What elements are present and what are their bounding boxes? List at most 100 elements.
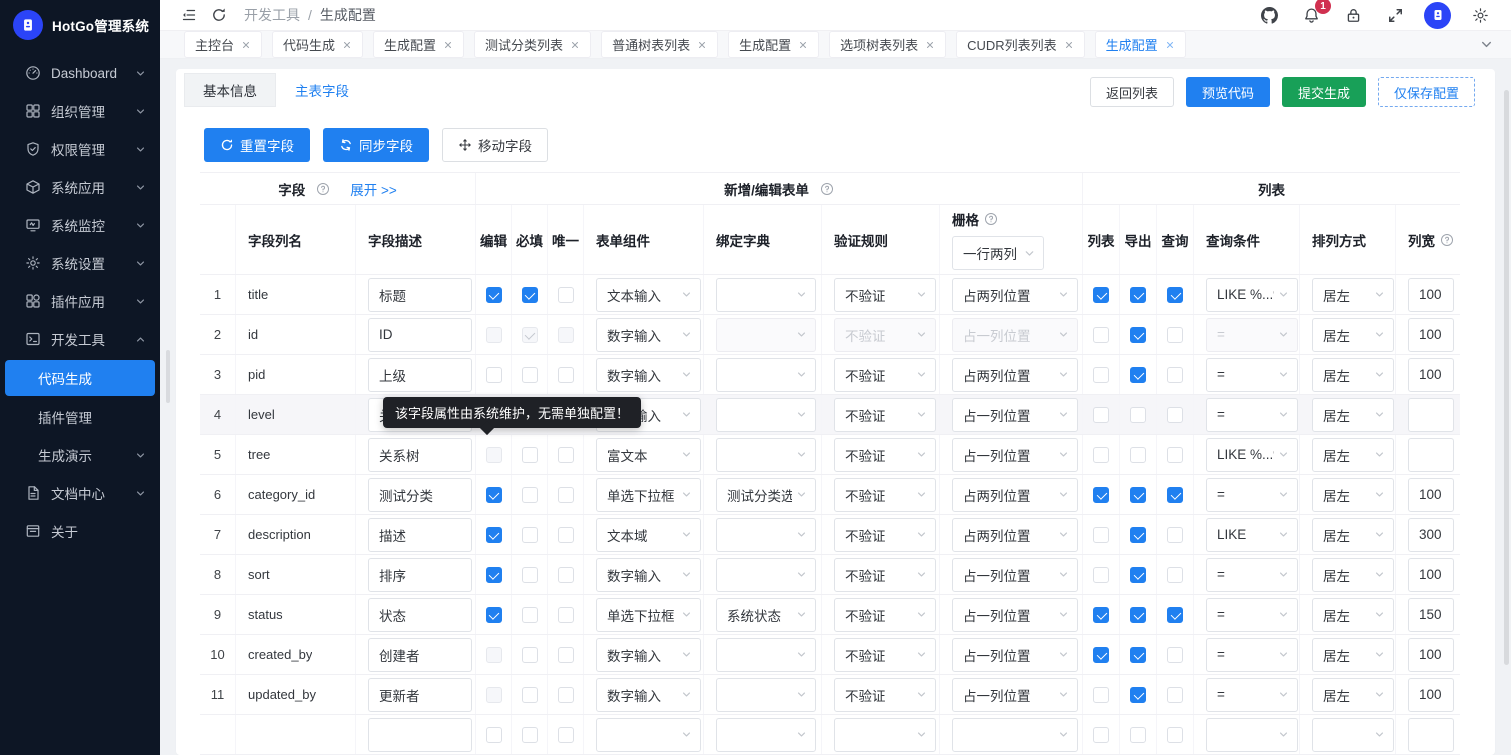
unique-checkbox[interactable] bbox=[558, 487, 574, 503]
validate-select[interactable]: 不验证 bbox=[834, 438, 936, 472]
list-checkbox[interactable] bbox=[1093, 687, 1109, 703]
export-checkbox[interactable] bbox=[1130, 607, 1146, 623]
dict-select[interactable] bbox=[716, 678, 816, 712]
dict-select[interactable] bbox=[716, 558, 816, 592]
field-desc-input[interactable] bbox=[368, 358, 472, 392]
column-width-input[interactable] bbox=[1408, 518, 1454, 552]
required-checkbox[interactable] bbox=[522, 607, 538, 623]
grid-select[interactable]: 占两列位置 bbox=[952, 478, 1078, 512]
page-tab-2[interactable]: 生成配置 bbox=[373, 31, 464, 58]
collapse-sidebar-icon[interactable] bbox=[174, 0, 204, 30]
close-tab-icon[interactable] bbox=[1165, 40, 1175, 50]
component-select[interactable]: 文本域 bbox=[596, 518, 701, 552]
sync-fields-button[interactable]: 同步字段 bbox=[323, 128, 429, 162]
component-select[interactable]: 数字输入 bbox=[596, 558, 701, 592]
query-checkbox[interactable] bbox=[1167, 607, 1183, 623]
align-select[interactable]: 居左 bbox=[1312, 358, 1394, 392]
required-checkbox[interactable] bbox=[522, 727, 538, 743]
dict-select[interactable] bbox=[716, 278, 816, 312]
export-checkbox[interactable] bbox=[1130, 287, 1146, 303]
edit-checkbox[interactable] bbox=[486, 287, 502, 303]
reset-fields-button[interactable]: 重置字段 bbox=[204, 128, 310, 162]
dict-select[interactable] bbox=[716, 358, 816, 392]
list-checkbox[interactable] bbox=[1093, 447, 1109, 463]
component-select[interactable]: 文本输入 bbox=[596, 278, 701, 312]
export-checkbox[interactable] bbox=[1130, 327, 1146, 343]
unique-checkbox[interactable] bbox=[558, 567, 574, 583]
sidebar-item-文档中心[interactable]: 文档中心 bbox=[0, 474, 160, 512]
submit-generate-button[interactable]: 提交生成 bbox=[1282, 77, 1366, 107]
query-cond-select[interactable]: = bbox=[1206, 678, 1298, 712]
tabs-dropdown-chevron-icon[interactable] bbox=[1476, 34, 1497, 55]
align-select[interactable]: 居左 bbox=[1312, 558, 1394, 592]
column-width-input[interactable] bbox=[1408, 478, 1454, 512]
back-to-list-button[interactable]: 返回列表 bbox=[1090, 77, 1174, 107]
query-checkbox[interactable] bbox=[1167, 727, 1183, 743]
field-desc-input[interactable] bbox=[368, 478, 472, 512]
validate-select[interactable]: 不验证 bbox=[834, 398, 936, 432]
column-width-input[interactable] bbox=[1408, 398, 1454, 432]
list-checkbox[interactable] bbox=[1093, 487, 1109, 503]
query-cond-select[interactable]: = bbox=[1206, 558, 1298, 592]
required-checkbox[interactable] bbox=[522, 647, 538, 663]
sidebar-item-开发工具[interactable]: 开发工具 bbox=[0, 320, 160, 358]
unique-checkbox[interactable] bbox=[558, 527, 574, 543]
query-cond-select[interactable]: = bbox=[1206, 638, 1298, 672]
required-checkbox[interactable] bbox=[522, 567, 538, 583]
close-tab-icon[interactable] bbox=[798, 40, 808, 50]
export-checkbox[interactable] bbox=[1130, 367, 1146, 383]
dict-select[interactable] bbox=[716, 638, 816, 672]
field-desc-input[interactable] bbox=[368, 598, 472, 632]
align-select[interactable]: 居左 bbox=[1312, 678, 1394, 712]
close-tab-icon[interactable] bbox=[925, 40, 935, 50]
help-icon[interactable] bbox=[316, 182, 330, 196]
component-select[interactable]: 数字输入 bbox=[596, 358, 701, 392]
page-tab-6[interactable]: 选项树表列表 bbox=[829, 31, 946, 58]
unique-checkbox[interactable] bbox=[558, 287, 574, 303]
list-checkbox[interactable] bbox=[1093, 287, 1109, 303]
component-select[interactable] bbox=[596, 718, 701, 752]
column-width-input[interactable] bbox=[1408, 678, 1454, 712]
validate-select[interactable]: 不验证 bbox=[834, 558, 936, 592]
grid-select[interactable]: 占一列位置 bbox=[952, 598, 1078, 632]
column-width-input[interactable] bbox=[1408, 638, 1454, 672]
export-checkbox[interactable] bbox=[1130, 727, 1146, 743]
tab-basic-info[interactable]: 基本信息 bbox=[184, 73, 276, 107]
lock-screen-icon[interactable] bbox=[1340, 2, 1366, 28]
required-checkbox[interactable] bbox=[522, 367, 538, 383]
field-desc-input[interactable] bbox=[368, 518, 472, 552]
component-select[interactable]: 数字输入 bbox=[596, 638, 701, 672]
validate-select[interactable] bbox=[834, 718, 936, 752]
breadcrumb-current[interactable]: 生成配置 bbox=[320, 5, 376, 25]
dict-select[interactable] bbox=[716, 718, 816, 752]
page-tab-4[interactable]: 普通树表列表 bbox=[601, 31, 718, 58]
align-select[interactable]: 居左 bbox=[1312, 318, 1394, 352]
query-checkbox[interactable] bbox=[1167, 367, 1183, 383]
notifications-bell-icon[interactable]: 1 bbox=[1298, 2, 1324, 28]
breadcrumb-section[interactable]: 开发工具 bbox=[244, 5, 300, 25]
align-select[interactable]: 居左 bbox=[1312, 598, 1394, 632]
required-checkbox[interactable] bbox=[522, 687, 538, 703]
close-tab-icon[interactable] bbox=[1064, 40, 1074, 50]
edit-checkbox[interactable] bbox=[486, 727, 502, 743]
sidebar-resize-handle[interactable] bbox=[166, 350, 170, 403]
query-cond-select[interactable]: = bbox=[1206, 598, 1298, 632]
column-width-input[interactable] bbox=[1408, 598, 1454, 632]
page-scrollbar-thumb[interactable] bbox=[1504, 90, 1509, 665]
column-width-input[interactable] bbox=[1408, 438, 1454, 472]
column-width-input[interactable] bbox=[1408, 318, 1454, 352]
list-checkbox[interactable] bbox=[1093, 407, 1109, 423]
query-checkbox[interactable] bbox=[1167, 567, 1183, 583]
unique-checkbox[interactable] bbox=[558, 607, 574, 623]
grid-select[interactable]: 占一列位置 bbox=[952, 638, 1078, 672]
query-cond-select[interactable] bbox=[1206, 718, 1298, 752]
sidebar-item-代码生成[interactable]: 代码生成 bbox=[5, 360, 155, 396]
unique-checkbox[interactable] bbox=[558, 447, 574, 463]
grid-select[interactable]: 占一列位置 bbox=[952, 678, 1078, 712]
align-select[interactable]: 居左 bbox=[1312, 278, 1394, 312]
query-checkbox[interactable] bbox=[1167, 647, 1183, 663]
grid-select[interactable]: 占一列位置 bbox=[952, 438, 1078, 472]
list-checkbox[interactable] bbox=[1093, 327, 1109, 343]
align-select[interactable]: 居左 bbox=[1312, 638, 1394, 672]
column-width-input[interactable] bbox=[1408, 558, 1454, 592]
